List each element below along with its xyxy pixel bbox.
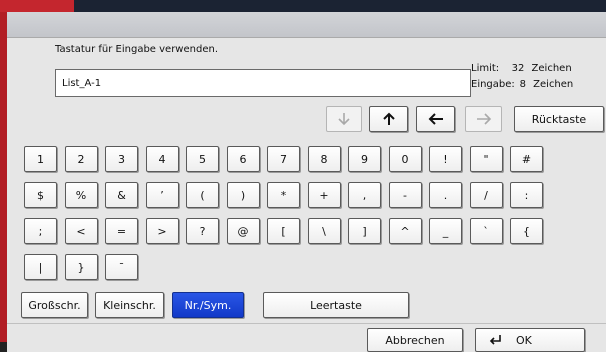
- char-key[interactable]: 7: [267, 146, 300, 172]
- char-key[interactable]: ,: [348, 182, 381, 208]
- char-key[interactable]: 0: [388, 146, 422, 172]
- arrow-up-icon: [382, 112, 395, 126]
- entered-row: Eingabe: 8 Zeichen: [471, 77, 573, 93]
- top-bar: [0, 0, 606, 12]
- char-key[interactable]: |: [24, 254, 57, 280]
- char-key[interactable]: 8: [307, 146, 341, 172]
- prompt-text: Tastatur für Eingabe verwenden.: [55, 44, 218, 55]
- char-key[interactable]: 9: [348, 146, 381, 172]
- char-key[interactable]: 2: [64, 146, 98, 172]
- cursor-up-key[interactable]: [369, 106, 408, 132]
- char-key[interactable]: \: [307, 218, 341, 244]
- cursor-down-key[interactable]: [326, 106, 362, 132]
- numsym-mode-button[interactable]: Nr./Sym.: [172, 292, 244, 318]
- char-key[interactable]: _: [429, 218, 462, 244]
- char-key[interactable]: <: [64, 218, 98, 244]
- char-key[interactable]: >: [145, 218, 179, 244]
- char-key[interactable]: 4: [145, 146, 179, 172]
- char-key[interactable]: 6: [226, 146, 260, 172]
- char-key[interactable]: @: [226, 218, 260, 244]
- char-key[interactable]: 3: [105, 146, 138, 172]
- char-key[interactable]: ": [469, 146, 503, 172]
- entered-label: Eingabe:: [471, 79, 515, 90]
- char-key[interactable]: ’: [145, 182, 179, 208]
- input-value: List_A-1: [62, 77, 102, 89]
- cancel-button[interactable]: Abbrechen: [367, 328, 463, 352]
- char-key[interactable]: 5: [186, 146, 219, 172]
- char-key[interactable]: =: [105, 218, 138, 244]
- top-bar-accent: [0, 0, 74, 12]
- limit-label: Limit:: [471, 63, 500, 74]
- char-key[interactable]: $: [24, 182, 57, 208]
- char-key[interactable]: ^: [388, 218, 422, 244]
- cursor-left-key[interactable]: [416, 106, 455, 132]
- char-key[interactable]: /: [469, 182, 503, 208]
- char-key[interactable]: &: [105, 182, 138, 208]
- arrow-down-icon: [338, 112, 350, 126]
- entered-unit: Zeichen: [533, 79, 574, 90]
- arrow-right-icon: [476, 113, 492, 125]
- char-key[interactable]: ]: [348, 218, 381, 244]
- enter-icon: [488, 334, 502, 346]
- char-key[interactable]: {: [510, 218, 543, 244]
- char-key[interactable]: #: [510, 146, 543, 172]
- char-key[interactable]: %: [64, 182, 98, 208]
- cursor-right-key[interactable]: [465, 106, 502, 132]
- char-key[interactable]: ): [226, 182, 260, 208]
- backspace-key[interactable]: Rücktaste: [514, 106, 604, 132]
- char-key[interactable]: 1: [24, 146, 57, 172]
- limit-row: Limit: 32 Zeichen: [471, 61, 573, 77]
- character-info: Limit: 32 Zeichen Eingabe: 8 Zeichen: [471, 61, 573, 93]
- char-key[interactable]: .: [429, 182, 462, 208]
- ok-button[interactable]: OK: [475, 328, 585, 352]
- char-key[interactable]: +: [307, 182, 341, 208]
- char-key[interactable]: *: [267, 182, 300, 208]
- char-key[interactable]: ;: [24, 218, 57, 244]
- limit-value: 32: [511, 63, 525, 74]
- char-key[interactable]: !: [429, 146, 462, 172]
- space-key[interactable]: Leertaste: [263, 292, 409, 318]
- char-key[interactable]: ?: [186, 218, 219, 244]
- text-input-field[interactable]: List_A-1: [55, 69, 471, 97]
- entered-value: 8: [519, 79, 526, 90]
- ok-label: OK: [516, 333, 532, 347]
- char-key[interactable]: ¯: [105, 254, 138, 280]
- char-key[interactable]: }: [64, 254, 98, 280]
- footer-divider: [7, 323, 606, 324]
- uppercase-mode-button[interactable]: Großschr.: [21, 292, 88, 318]
- limit-unit: Zeichen: [531, 63, 572, 74]
- char-key[interactable]: (: [186, 182, 219, 208]
- arrow-left-icon: [428, 113, 444, 125]
- char-key[interactable]: :: [510, 182, 543, 208]
- title-bar: [0, 12, 606, 38]
- lowercase-mode-button[interactable]: Kleinschr.: [95, 292, 164, 318]
- char-key[interactable]: `: [469, 218, 503, 244]
- char-key[interactable]: [: [267, 218, 300, 244]
- bottom-left-marker: [0, 342, 7, 352]
- char-key[interactable]: -: [388, 182, 422, 208]
- left-accent-stripe: [0, 12, 7, 342]
